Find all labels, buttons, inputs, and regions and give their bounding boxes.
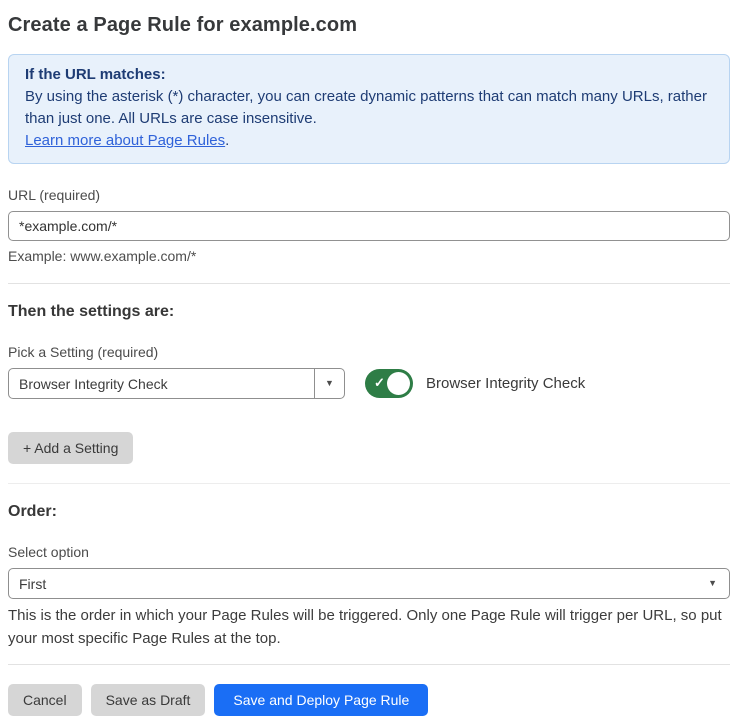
divider	[8, 664, 730, 665]
chevron-down-icon: ▼	[708, 579, 717, 588]
url-input[interactable]	[8, 211, 730, 241]
order-help-text: This is the order in which your Page Rul…	[8, 604, 730, 650]
setting-picker-label: Pick a Setting (required)	[8, 344, 730, 360]
learn-more-link[interactable]: Learn more about Page Rules	[25, 132, 225, 149]
setting-select-value: Browser Integrity Check	[9, 376, 314, 392]
toggle-knob	[387, 372, 410, 395]
setting-row: Browser Integrity Check ▼ ✓ Browser Inte…	[8, 368, 730, 399]
link-period: .	[225, 132, 229, 149]
chevron-down-icon: ▼	[325, 379, 334, 388]
setting-select[interactable]: Browser Integrity Check ▼	[8, 368, 345, 399]
setting-picker-block: Pick a Setting (required) Browser Integr…	[8, 344, 730, 399]
setting-toggle-wrap: ✓ Browser Integrity Check	[365, 369, 585, 398]
settings-heading: Then the settings are:	[8, 303, 730, 321]
add-setting-button[interactable]: + Add a Setting	[8, 432, 133, 464]
order-select-arrow: ▼	[708, 579, 729, 588]
info-box-link-line: Learn more about Page Rules.	[25, 130, 713, 152]
check-icon: ✓	[374, 376, 385, 389]
order-select[interactable]: First ▼	[8, 568, 730, 599]
save-draft-button[interactable]: Save as Draft	[91, 684, 206, 716]
url-field-label: URL (required)	[8, 187, 730, 203]
info-box-body: By using the asterisk (*) character, you…	[25, 86, 713, 130]
order-select-value: First	[9, 576, 708, 592]
divider	[8, 483, 730, 484]
browser-integrity-toggle[interactable]: ✓	[365, 369, 413, 398]
save-deploy-button[interactable]: Save and Deploy Page Rule	[214, 684, 428, 716]
info-box-heading: If the URL matches:	[25, 64, 713, 86]
url-example-hint: Example: www.example.com/*	[8, 248, 730, 264]
footer-actions: Cancel Save as Draft Save and Deploy Pag…	[8, 684, 730, 716]
setting-select-arrow-segment[interactable]: ▼	[314, 369, 344, 398]
settings-section: Then the settings are: Pick a Setting (r…	[8, 303, 730, 464]
order-select-label: Select option	[8, 544, 730, 560]
order-section: Order: Select option First ▼ This is the…	[8, 503, 730, 650]
page-title: Create a Page Rule for example.com	[8, 14, 730, 37]
url-section: URL (required) Example: www.example.com/…	[8, 187, 730, 264]
toggle-label: Browser Integrity Check	[426, 375, 585, 392]
divider	[8, 283, 730, 284]
order-heading: Order:	[8, 503, 730, 521]
create-page-rule-form: Create a Page Rule for example.com If th…	[0, 0, 750, 716]
cancel-button[interactable]: Cancel	[8, 684, 82, 716]
url-matches-info-box: If the URL matches: By using the asteris…	[8, 54, 730, 164]
